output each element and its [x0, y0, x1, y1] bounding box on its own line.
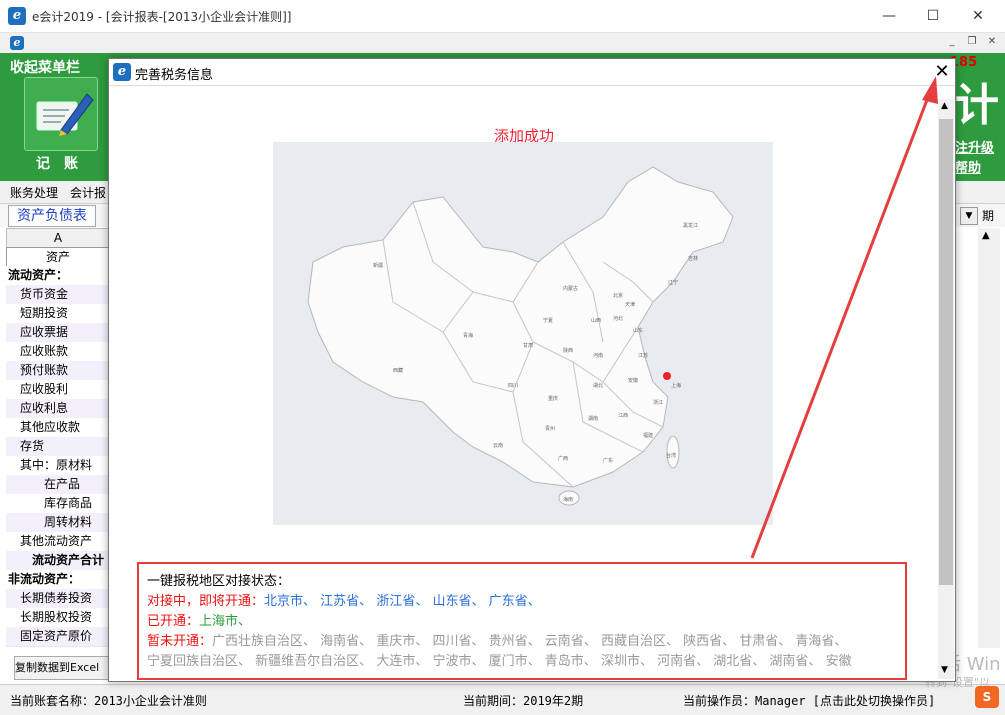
annotation-arrow: [750, 76, 938, 559]
